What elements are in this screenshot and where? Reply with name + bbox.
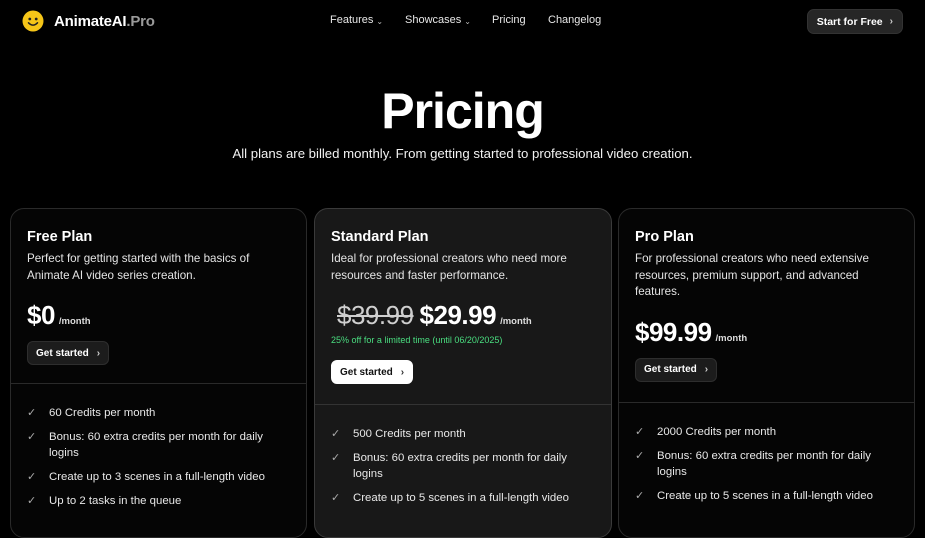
nav-item-changelog[interactable]: Changelog bbox=[548, 14, 601, 26]
price-row: $0 /month bbox=[27, 300, 290, 331]
nav-item-pricing[interactable]: Pricing bbox=[492, 14, 548, 26]
price-period: /month bbox=[58, 316, 91, 327]
feature-item: ✓ 500 Credits per month bbox=[331, 428, 466, 440]
plan-price: $99.99 bbox=[635, 316, 712, 347]
card-divider bbox=[315, 404, 611, 405]
nav-item-showcases[interactable]: Showcases ⌄ bbox=[405, 14, 492, 26]
feature-item: ✓ Create up to 5 scenes in a full-length … bbox=[331, 492, 569, 504]
chevron-right-icon: › bbox=[889, 16, 893, 27]
check-icon: ✓ bbox=[635, 425, 645, 438]
plan-price: $29.99 bbox=[419, 300, 497, 330]
promo-text: 25% off for a limited time (until 06/20/… bbox=[331, 335, 503, 345]
feature-item: ✓ Bonus: 60 extra credits per month for d… bbox=[635, 449, 871, 478]
chevron-right-icon: › bbox=[704, 364, 709, 375]
plan-card-free: Free Plan Perfect for getting started wi… bbox=[10, 208, 307, 538]
plan-name: Standard Plan bbox=[331, 229, 429, 245]
price-period: /month bbox=[500, 316, 532, 327]
plan-card-pro: Pro Plan For professional creators who n… bbox=[618, 208, 915, 538]
plan-name: Pro Plan bbox=[635, 229, 694, 245]
smiley-logo-icon bbox=[22, 10, 44, 32]
plan-name: Free Plan bbox=[27, 229, 93, 245]
top-navbar: AnimateAI.Pro Features ⌄ Showcases ⌄ Prici… bbox=[0, 0, 925, 44]
check-icon: ✓ bbox=[635, 449, 645, 462]
get-started-button[interactable]: Get started › bbox=[27, 341, 110, 365]
page-title: Pricing bbox=[381, 83, 544, 139]
page-subtitle: All plans are billed monthly. From getti… bbox=[232, 146, 693, 161]
feature-list: ✓ 60 Credits per month ✓ Bonus: 60 extra c… bbox=[11, 405, 306, 509]
start-for-free-button[interactable]: Start for Free › bbox=[806, 9, 903, 34]
chevron-right-icon: › bbox=[400, 366, 405, 378]
check-icon: ✓ bbox=[331, 452, 341, 464]
feature-item: ✓ Up to 2 tasks in the queue bbox=[27, 495, 182, 507]
feature-item: ✓ Create up to 5 scenes in a full-length … bbox=[635, 489, 873, 502]
check-icon: ✓ bbox=[27, 407, 37, 419]
check-icon: ✓ bbox=[331, 492, 341, 504]
feature-item: ✓ Bonus: 60 extra credits per month for d… bbox=[27, 431, 263, 459]
check-icon: ✓ bbox=[27, 471, 37, 483]
feature-item: ✓ 60 Credits per month bbox=[27, 407, 156, 419]
check-icon: ✓ bbox=[331, 428, 341, 440]
get-started-button[interactable]: Get started › bbox=[635, 357, 718, 382]
plan-description: Ideal for professional creators who need… bbox=[331, 252, 567, 282]
plan-card-standard: Standard Plan Ideal for professional cre… bbox=[314, 208, 612, 538]
check-icon: ✓ bbox=[27, 495, 37, 507]
check-icon: ✓ bbox=[27, 431, 37, 443]
brand-name: AnimateAI.Pro bbox=[54, 12, 155, 30]
original-price: $39.99 bbox=[337, 300, 414, 330]
feature-list: ✓ 500 Credits per month ✓ Bonus: 60 extra … bbox=[315, 426, 611, 506]
card-divider bbox=[619, 401, 914, 403]
get-started-button[interactable]: Get started › bbox=[331, 360, 414, 384]
feature-item: ✓ 2000 Credits per month bbox=[635, 425, 777, 438]
feature-item: ✓ Bonus: 60 extra credits per month for d… bbox=[331, 452, 567, 480]
plan-description: Perfect for getting started with the bas… bbox=[27, 252, 250, 282]
feature-list: ✓ 2000 Credits per month ✓ Bonus: 60 extra… bbox=[619, 424, 914, 504]
plan-description: For professional creators who need exten… bbox=[635, 252, 869, 298]
chevron-down-icon: ⌄ bbox=[464, 16, 471, 26]
main-menu: Features ⌄ Showcases ⌄ Pricing Changelog bbox=[330, 14, 601, 26]
card-divider bbox=[11, 383, 306, 384]
chevron-right-icon: › bbox=[96, 347, 101, 359]
chevron-down-icon: ⌄ bbox=[376, 16, 384, 26]
price-period: /month bbox=[715, 332, 748, 344]
check-icon: ✓ bbox=[635, 489, 645, 502]
brand-logo[interactable]: AnimateAI.Pro bbox=[22, 10, 155, 32]
feature-item: ✓ Create up to 3 scenes in a full-length … bbox=[27, 471, 265, 483]
price-row: $99.99 /month bbox=[635, 317, 898, 348]
price-row: $39.99 $29.99 /month bbox=[331, 300, 595, 331]
plan-price: $0 bbox=[27, 300, 55, 330]
nav-item-features[interactable]: Features ⌄ bbox=[330, 14, 405, 26]
